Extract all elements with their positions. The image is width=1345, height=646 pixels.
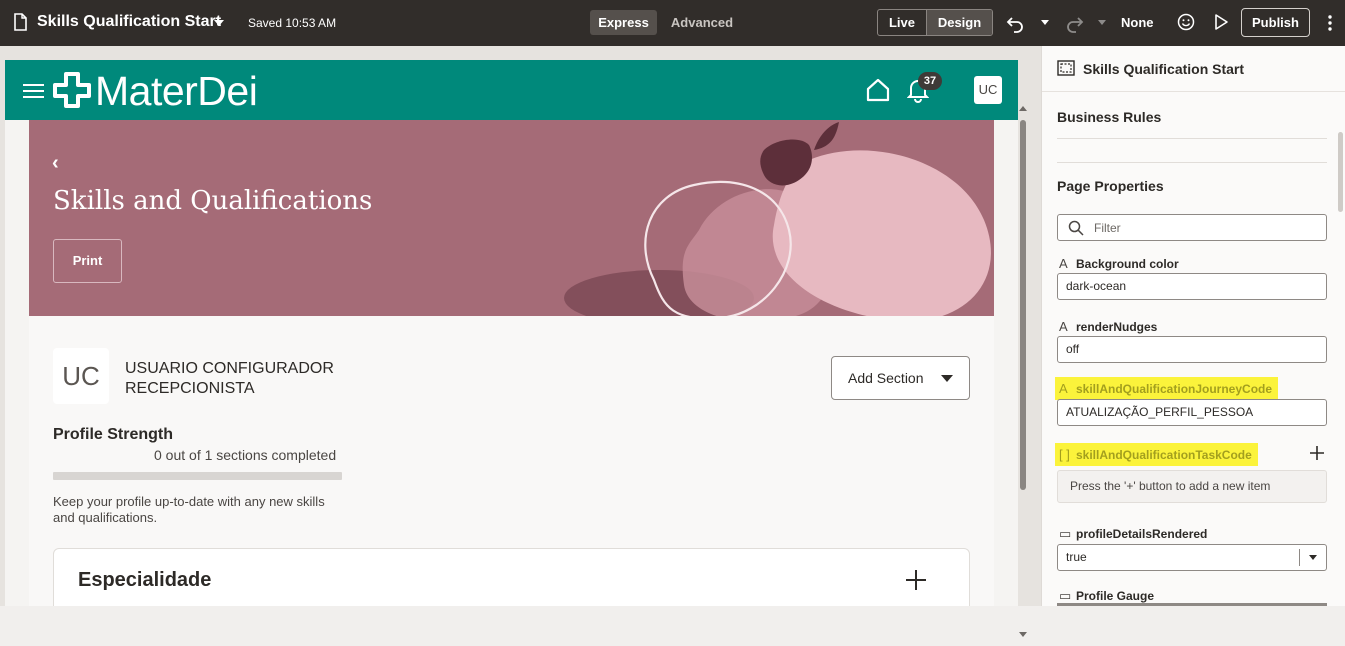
text-type-icon: A — [1059, 381, 1068, 396]
profile-gauge-label: ▭ Profile Gauge — [1059, 588, 1155, 603]
publish-button[interactable]: Publish — [1241, 8, 1310, 37]
text-type-icon: A — [1059, 256, 1068, 271]
add-item-plus-icon[interactable] — [1310, 446, 1324, 460]
page-preview: MaterDei 37 UC ‹ Skills and Qualificatio… — [5, 60, 1018, 606]
filter-input[interactable]: Filter — [1057, 214, 1327, 241]
profile-name: USUARIO CONFIGURADOR RECEPCIONISTA — [125, 360, 334, 397]
redo-chevron-down-icon[interactable] — [1098, 20, 1106, 25]
task-code-label: [ ] skillAndQualificationTaskCode — [1055, 443, 1258, 466]
live-design-toggle: Live Design — [877, 9, 993, 36]
chevron-down-icon[interactable] — [1309, 555, 1317, 560]
hero-banner: ‹ Skills and Qualifications Print — [29, 120, 994, 316]
profile-details-select[interactable]: true — [1057, 544, 1327, 571]
undo-chevron-down-icon[interactable] — [1041, 20, 1049, 25]
app-header: MaterDei 37 UC — [5, 60, 1018, 120]
text-type-icon: A — [1059, 319, 1068, 334]
business-rules-link[interactable]: Business Rules — [1057, 109, 1161, 125]
panel-title: Skills Qualification Start — [1083, 61, 1245, 77]
background-color-label: A Background color — [1059, 256, 1179, 271]
search-icon — [1068, 220, 1084, 236]
user-avatar[interactable]: UC — [974, 76, 1002, 104]
profile-content: UC USUARIO CONFIGURADOR RECEPCIONISTA Ad… — [29, 316, 994, 606]
array-type-icon: [ ] — [1059, 447, 1070, 462]
plus-icon[interactable] — [905, 569, 927, 591]
scroll-up-arrow[interactable] — [1019, 106, 1027, 111]
boolean-type-icon: ▭ — [1059, 588, 1072, 603]
smile-icon[interactable] — [1177, 13, 1195, 31]
divider — [1057, 162, 1327, 163]
home-icon[interactable] — [865, 78, 891, 102]
live-button[interactable]: Live — [878, 10, 926, 35]
profile-details-label: ▭ profileDetailsRendered — [1059, 526, 1208, 541]
canvas-scrollbar[interactable] — [1018, 106, 1028, 646]
print-button[interactable]: Print — [53, 239, 122, 283]
render-nudges-input[interactable]: off — [1057, 336, 1327, 363]
play-icon[interactable] — [1212, 13, 1230, 31]
hamburger-icon[interactable] — [23, 84, 44, 98]
properties-panel: Skills Qualification Start Business Rule… — [1041, 46, 1345, 606]
add-section-button[interactable]: Add Section — [831, 356, 970, 400]
hero-illustration — [564, 122, 991, 316]
profile-strength-progress: 0 out of 1 sections completed — [154, 447, 337, 463]
logo-cross-icon — [53, 72, 91, 108]
more-icon[interactable] — [1323, 13, 1337, 33]
divider — [1057, 138, 1327, 139]
brand-logo-text: MaterDei — [95, 68, 258, 114]
top-toolbar: Skills Qualification Start Saved 10:53 A… — [0, 0, 1345, 46]
page-properties-heading: Page Properties — [1057, 178, 1164, 194]
chevron-left-icon[interactable]: ‹ — [52, 152, 59, 175]
panel-header: Skills Qualification Start — [1042, 46, 1345, 92]
hero-title: Skills and Qualifications — [53, 186, 373, 216]
section-title: Especialidade — [78, 569, 212, 591]
background-color-input[interactable]: dark-ocean — [1057, 273, 1327, 300]
title-menu-chevron-down-icon[interactable] — [214, 20, 224, 26]
document-icon — [14, 13, 27, 31]
saved-status: Saved 10:53 AM — [248, 16, 337, 30]
scroll-down-arrow[interactable] — [1019, 632, 1027, 637]
journey-code-input[interactable]: ATUALIZAÇÃO_PERFIL_PESSOA — [1057, 399, 1327, 426]
filter-placeholder: Filter — [1094, 221, 1121, 235]
redo-icon[interactable] — [1064, 13, 1084, 33]
design-button[interactable]: Design — [926, 10, 992, 35]
profile-details-value: true — [1066, 550, 1087, 564]
undo-icon[interactable] — [1006, 13, 1026, 33]
notification-count-badge: 37 — [918, 72, 942, 90]
render-nudges-label: ArenderNudges — [1059, 319, 1158, 334]
page-title: Skills Qualification Start — [37, 13, 222, 30]
task-code-empty-list: Press the '+' button to add a new item — [1057, 470, 1327, 503]
panel-scrollbar-thumb[interactable] — [1338, 132, 1343, 212]
add-section-label: Add Section — [848, 370, 924, 386]
profile-avatar: UC — [53, 348, 109, 404]
page-icon — [1057, 60, 1075, 76]
profile-strength-bar — [53, 472, 342, 480]
mode-express-tab[interactable]: Express — [590, 10, 657, 35]
device-select[interactable]: None — [1121, 15, 1154, 30]
boolean-type-icon: ▭ — [1059, 526, 1072, 541]
mode-advanced-tab[interactable]: Advanced — [664, 10, 740, 35]
profile-strength-description: Keep your profile up-to-date with any ne… — [53, 494, 325, 525]
scrollbar-thumb[interactable] — [1020, 120, 1026, 490]
caret-down-icon — [941, 375, 953, 382]
profile-strength-title: Profile Strength — [53, 426, 174, 443]
especialidade-section-card: Especialidade — [53, 548, 970, 606]
design-canvas: MaterDei 37 UC ‹ Skills and Qualificatio… — [0, 46, 1041, 637]
journey-code-label: AskillAndQualificationJourneyCode — [1055, 377, 1279, 400]
